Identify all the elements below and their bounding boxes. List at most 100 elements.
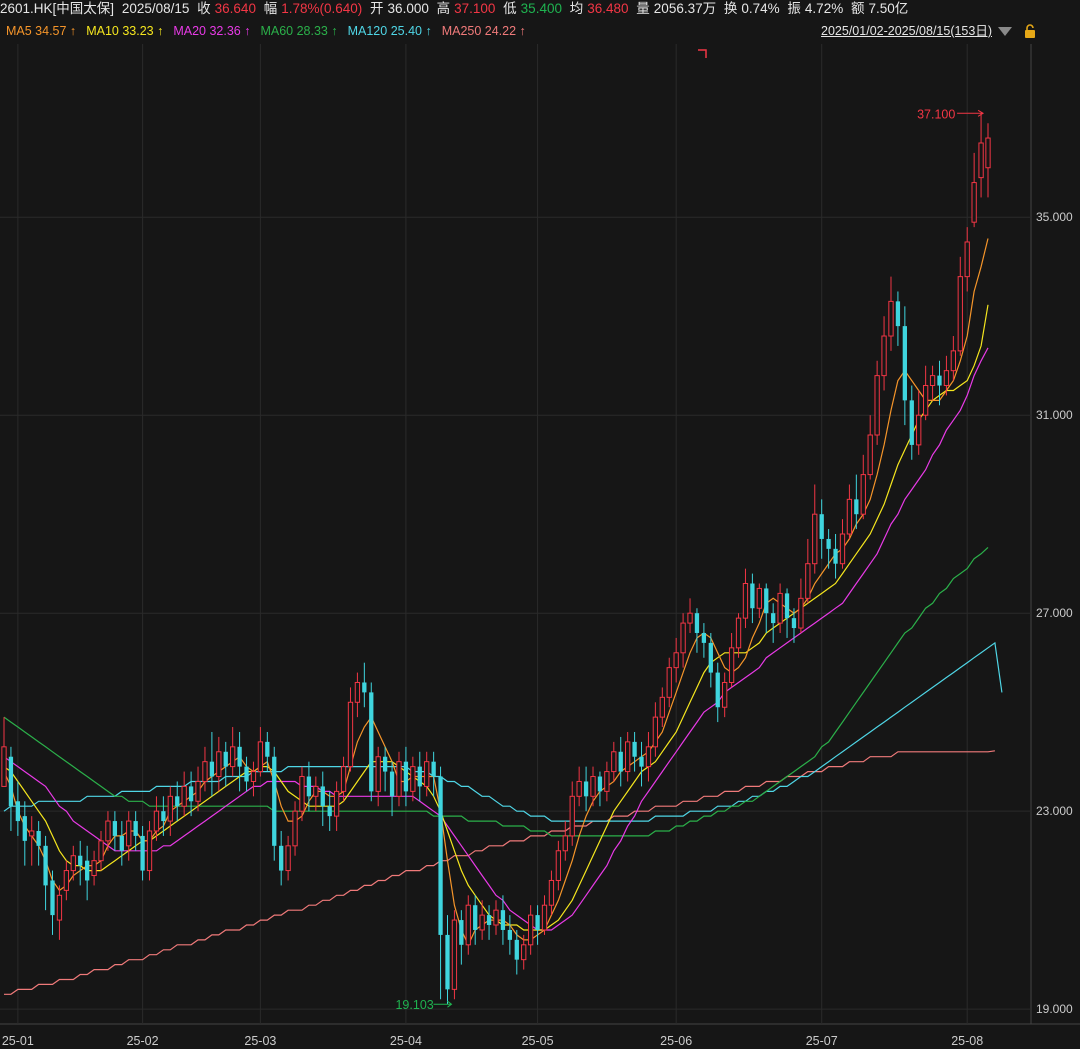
candle-body [784,593,790,619]
candle-body [188,786,194,802]
candle-body [306,776,312,797]
ma-line-ma60 [3,546,989,837]
min-price-arrow [433,1000,453,1008]
candle-body [445,934,450,990]
candle-body [950,350,957,372]
candle-body [299,776,305,812]
candle-body [403,761,409,792]
candle-body [895,301,901,327]
candle-body [576,780,582,797]
candle-body [590,776,596,797]
candle-body [694,613,700,633]
candle-body [36,830,41,846]
candle-body [514,939,519,960]
candle-body [362,682,367,693]
candle-body [632,741,637,757]
candle-body [722,681,728,708]
candle-body [486,915,492,926]
candle-body [978,142,984,179]
candle-body [167,795,173,822]
candle-body [555,850,562,881]
candle-body [604,771,610,792]
candle-body [618,751,623,772]
candle-body [715,672,720,708]
candle-body [943,370,950,387]
max-price-label: 37.100 [917,107,955,121]
candle-body [798,597,804,629]
x-tick-label: 25-01 [2,1034,34,1048]
candle-body [250,771,257,782]
candle-body [216,751,222,778]
candle-body [285,845,291,872]
candle-body [493,909,499,926]
candle-body [541,904,548,931]
candle-body [922,385,929,416]
candle-body [985,137,991,169]
candle-body [8,756,14,807]
candle-body [223,751,228,767]
candle-body [569,795,575,837]
candle-body [791,618,797,629]
candle-body [639,756,644,767]
candle-body [701,632,707,643]
min-price-label: 19.103 [395,998,433,1012]
candle-body [645,746,652,768]
candle-body [438,776,443,935]
y-tick-label: 19.000 [1036,1002,1073,1016]
candle-body [195,780,201,802]
x-tick-label: 25-04 [390,1034,422,1048]
candle-body [98,840,104,862]
candlestick-chart[interactable]: 35.000 31.000 27.000 23.000 19.000 25-01 25-02… [0,0,1080,1049]
candle-body [257,741,264,773]
candle-body [535,915,540,930]
candle-body [417,766,422,787]
candle-body [431,761,436,777]
x-tick-label: 25-05 [522,1034,554,1048]
candle-body [860,474,866,515]
candle-body [459,920,464,945]
candle-body [119,835,124,851]
candle-body [375,756,381,792]
candle-body [826,538,831,549]
candle-body [562,835,568,852]
candle-body [708,642,713,673]
candle-body [548,879,555,906]
y-tick-label: 23.000 [1036,804,1073,818]
x-tick-label: 25-08 [951,1034,983,1048]
candle-body [846,498,853,535]
candle-body [971,182,977,223]
candle-body [320,786,325,807]
candle-body [230,746,236,768]
candle-body [812,513,818,565]
candle-body [839,533,846,565]
candle-body [673,652,679,669]
candle-body [70,855,76,872]
candle-body [22,816,27,841]
candle-body [78,855,83,866]
candle-body [1,746,7,787]
candle-body [881,335,887,377]
x-tick-label: 25-03 [244,1034,276,1048]
candle-body [583,781,589,797]
candle-body [292,810,298,847]
candle-body [473,905,478,930]
max-price-arrow [957,109,985,117]
candle-body [750,583,755,609]
candle-body [764,588,769,614]
candle-body [63,870,70,891]
candle-body [805,563,811,599]
y-tick-label: 27.000 [1036,606,1073,620]
candle-body [527,914,534,946]
candle-body [854,499,859,515]
candle-body [313,785,319,797]
candle-body [888,300,894,337]
flag-marker-icon [698,49,707,58]
y-tick-label: 31.000 [1036,408,1073,422]
candle-body [396,761,402,797]
candle-body [56,894,63,921]
candle-body [742,582,749,619]
candle-body [957,276,963,352]
candle-body [202,761,208,782]
candle-body [902,326,907,401]
candle-body [819,514,824,539]
